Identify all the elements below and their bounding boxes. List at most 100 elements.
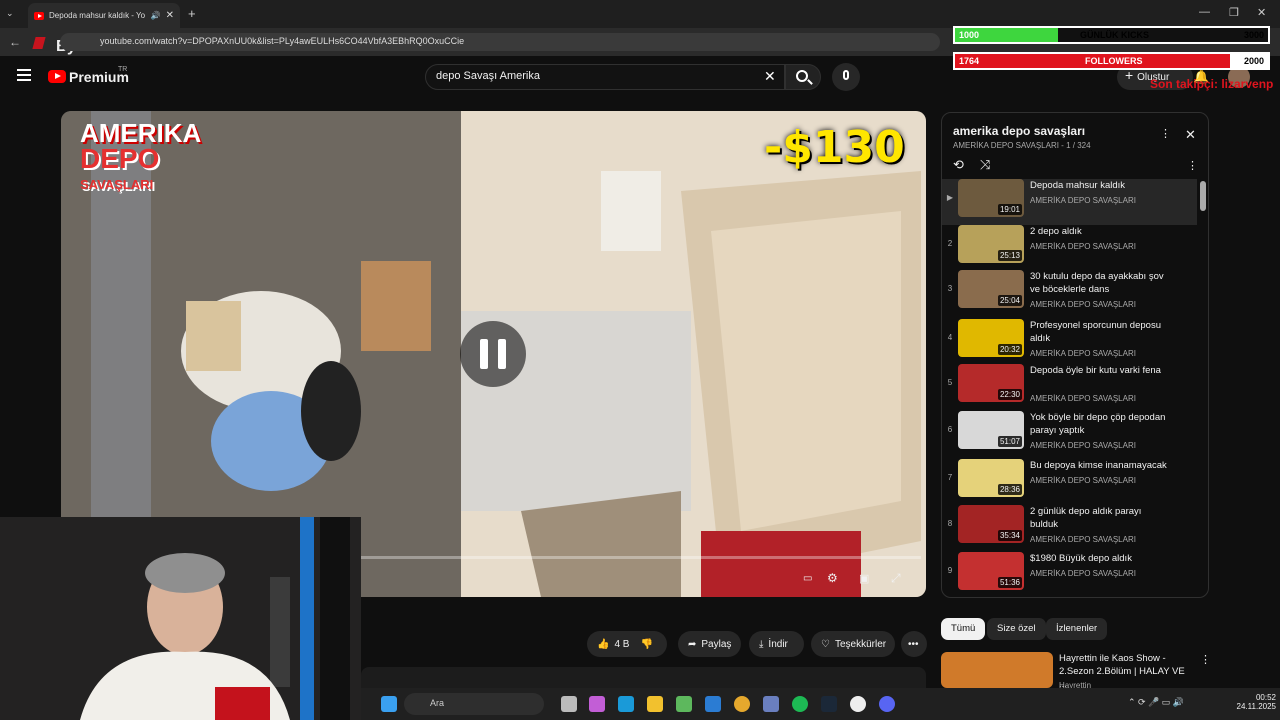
url-field[interactable]: youtube.com/watch?v=DPOPAXnUU0k&list=PLy… <box>60 33 940 51</box>
playlist-close-icon[interactable]: ✕ <box>1185 127 1196 143</box>
miniplayer-icon[interactable]: ▣ <box>859 572 869 585</box>
microphone-icon <box>843 70 849 80</box>
youtube-logo-icon[interactable] <box>48 70 66 83</box>
fullscreen-icon[interactable]: ⤢ <box>891 571 901 586</box>
mail-icon[interactable] <box>705 696 721 712</box>
loop-icon[interactable]: ⟲ <box>953 157 964 173</box>
playlist-item-number: 9 <box>947 566 953 575</box>
playlist-item[interactable]: 2 25:13 2 depo aldık AMERİKA DEPO SAVAŞL… <box>942 225 1197 271</box>
playlist-item-number: 3 <box>947 284 953 293</box>
playlist-item[interactable]: 9 51:36 $1980 Büyük depo aldık AMERİKA D… <box>942 552 1197 597</box>
settings-gear-icon[interactable]: ⚙ <box>827 571 838 585</box>
copilot-icon[interactable] <box>589 696 605 712</box>
taskbar-clock[interactable]: 00:52 24.11.2025 <box>1236 693 1276 711</box>
logo-line3: SAVAŞLARI <box>80 177 154 192</box>
clock-time: 00:52 <box>1255 693 1276 702</box>
app-icon[interactable] <box>763 696 779 712</box>
back-icon[interactable]: ← <box>9 35 21 49</box>
chip-watched[interactable]: İzlenenler <box>1046 618 1108 640</box>
more-horizontal-icon: ••• <box>908 638 919 650</box>
search-button[interactable] <box>785 64 821 90</box>
followers-goal: 2000 <box>1243 56 1264 66</box>
task-view-icon[interactable] <box>561 696 577 712</box>
shuffle-icon[interactable]: ⤨ <box>980 157 990 173</box>
edge-icon[interactable] <box>618 696 634 712</box>
playlist-item[interactable]: 5 22:30 Depoda öyle bir kutu varki fena … <box>942 364 1197 410</box>
playlist-item-title: Depoda öyle bir kutu varki fena <box>1030 365 1161 376</box>
description-box[interactable] <box>361 667 926 688</box>
download-button[interactable]: ⤓ İndir <box>749 631 804 657</box>
file-explorer-icon[interactable] <box>647 696 663 712</box>
playlist-item[interactable]: 8 35:34 2 günlük depo aldık parayı buldu… <box>942 505 1197 551</box>
clear-search-icon[interactable]: ✕ <box>764 68 776 85</box>
like-button[interactable]: 👍 4 B 👎 <box>587 631 667 657</box>
playlist-item[interactable]: ▶ 19:01 Depoda mahsur kaldık AMERİKA DEP… <box>942 179 1197 225</box>
tray-icons[interactable]: ⌃ ⟳ 🎤 ▭ 🔊 <box>1128 697 1184 708</box>
playlist-menu-icon[interactable]: ⋮ <box>1160 127 1171 140</box>
playlist-item-duration: 51:07 <box>997 436 1022 447</box>
tab-list-icon[interactable]: ⌄ <box>6 8 20 20</box>
thanks-button[interactable]: ♡ Teşekkürler <box>811 631 895 657</box>
playlist-item-number: 4 <box>947 333 953 342</box>
steam-icon[interactable] <box>821 696 837 712</box>
chrome-icon[interactable] <box>734 696 750 712</box>
chip-all[interactable]: Tümü <box>941 618 986 640</box>
playlist-item-channel: AMERİKA DEPO SAVAŞLARI <box>1030 349 1136 358</box>
tab-close-icon[interactable]: ✕ <box>166 10 174 21</box>
restore-icon[interactable]: ❐ <box>1229 6 1239 19</box>
playlist-item-thumbnail: 20:32 <box>958 319 1024 357</box>
share-button[interactable]: ➦ Paylaş <box>678 631 741 657</box>
taskbar-search[interactable]: Ara <box>404 693 544 715</box>
recommendation-menu-icon[interactable]: ⋮ <box>1200 653 1211 666</box>
more-actions-button[interactable]: ••• <box>901 631 927 657</box>
store-icon[interactable] <box>676 696 692 712</box>
browser-tab[interactable]: Depoda mahsur kaldık - Yo 🔊 ✕ <box>28 3 180 28</box>
playlist-item[interactable]: 6 51:07 Yok böyle bir depo çöp depodan p… <box>942 411 1197 457</box>
playlist-item-thumbnail: 19:01 <box>958 179 1024 217</box>
playlist-item-channel: AMERİKA DEPO SAVAŞLARI <box>1030 535 1136 544</box>
playlist-item-channel: AMERİKA DEPO SAVAŞLARI <box>1030 196 1136 205</box>
playlist-item-channel: AMERİKA DEPO SAVAŞLARI <box>1030 394 1136 403</box>
download-icon: ⤓ <box>759 638 764 650</box>
playlist-panel: amerika depo savaşları AMERİKA DEPO SAVA… <box>941 112 1209 598</box>
start-icon[interactable] <box>381 696 397 712</box>
obs-icon[interactable] <box>850 696 866 712</box>
search-value: depo Savaşı Amerika <box>436 70 540 82</box>
chip-for-you[interactable]: Size özel <box>987 618 1046 640</box>
subtitles-icon[interactable]: ▭ <box>803 573 812 584</box>
playlist-item-title: Profesyonel sporcunun deposu aldık <box>1030 320 1161 344</box>
logo-line2: DEPO <box>80 143 160 174</box>
followers-label: FOLLOWERS <box>1085 56 1143 66</box>
spotify-icon[interactable] <box>792 696 808 712</box>
playlist-item-thumbnail: 51:36 <box>958 552 1024 590</box>
playlist-item-duration: 22:30 <box>997 389 1022 400</box>
minimize-icon[interactable]: — <box>1199 6 1210 18</box>
thanks-icon: ♡ <box>821 638 830 650</box>
playlist-item-thumbnail: 25:13 <box>958 225 1024 263</box>
new-tab-icon[interactable]: + <box>188 6 196 21</box>
playlist-options-icon[interactable]: ⋮ <box>1187 159 1198 172</box>
thumbs-down-icon[interactable]: 👎 <box>640 639 652 650</box>
playlist-item[interactable]: 4 20:32 Profesyonel sporcunun deposu ald… <box>942 319 1197 365</box>
pause-button[interactable] <box>460 321 526 387</box>
playlist-item-number: 8 <box>947 519 953 528</box>
thumbs-up-icon: 👍 <box>597 638 610 650</box>
hamburger-menu-icon[interactable] <box>17 69 31 81</box>
playlist-subtitle: AMERİKA DEPO SAVAŞLARI - 1 / 324 <box>953 141 1091 150</box>
youtube-favicon-icon <box>34 11 45 20</box>
playlist-item-thumbnail: 22:30 <box>958 364 1024 402</box>
country-badge: TR <box>118 66 128 73</box>
playlist-item[interactable]: 7 28:36 Bu depoya kimse inanamayacak AME… <box>942 459 1197 505</box>
voice-search-button[interactable] <box>832 63 860 91</box>
followers-current: 1764 <box>959 56 980 66</box>
playlist-item[interactable]: İki depo ikiside birbirinden <box>942 597 1197 598</box>
recommendation-thumbnail[interactable] <box>941 652 1053 688</box>
window-close-icon[interactable]: ✕ <box>1257 6 1266 19</box>
discord-icon[interactable] <box>879 696 895 712</box>
playlist-scrollbar[interactable] <box>1200 181 1206 211</box>
playlist-item-duration: 35:34 <box>997 530 1022 541</box>
playlist-item-thumbnail: 28:36 <box>958 459 1024 497</box>
playlist-item-title: $1980 Büyük depo aldık <box>1030 553 1132 564</box>
search-input[interactable]: depo Savaşı Amerika <box>425 64 785 90</box>
playlist-item[interactable]: 3 25:04 30 kutulu depo da ayakkabı şov v… <box>942 270 1197 316</box>
